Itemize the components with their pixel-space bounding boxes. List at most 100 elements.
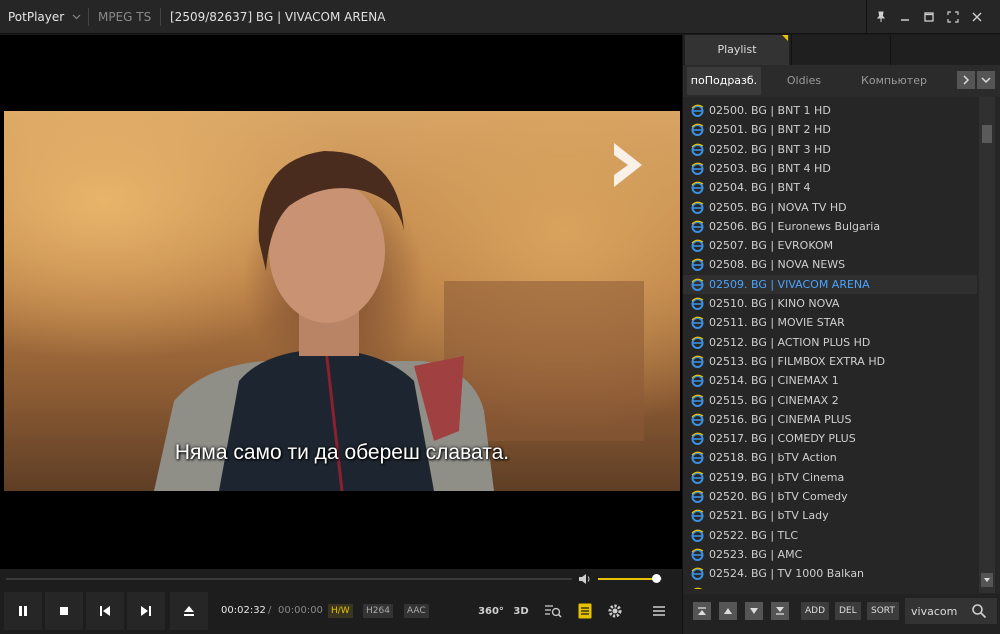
maximize-icon[interactable]	[920, 8, 938, 26]
fullscreen-icon[interactable]	[944, 8, 962, 26]
title-divider	[160, 8, 161, 26]
seek-bar[interactable]	[6, 578, 572, 580]
active-tab-marker	[782, 35, 788, 41]
playlist-item[interactable]: 02506. BG | Euronews Bulgaria	[683, 217, 977, 236]
category-tab-default[interactable]: поПодразб.	[687, 67, 761, 95]
sort-button[interactable]: SORT	[867, 602, 899, 620]
window-title: [2509/82637] BG | VIVACOM ARENA	[170, 10, 386, 24]
hw-decoder-badge[interactable]: H/W	[328, 604, 353, 618]
volume-knob[interactable]	[651, 574, 661, 583]
playlist-item[interactable]: 02505. BG | NOVA TV HD	[683, 198, 977, 217]
playlist-item-label: 02509. BG | VIVACOM ARENA	[709, 277, 870, 291]
speaker-icon[interactable]	[578, 573, 592, 585]
next-button[interactable]	[127, 592, 165, 630]
move-down-icon[interactable]	[745, 602, 763, 620]
stream-ie-icon	[691, 201, 704, 214]
playlist-item[interactable]: 02508. BG | NOVA NEWS	[683, 255, 977, 274]
delete-button[interactable]: DEL	[835, 602, 861, 620]
playlist-item[interactable]: 02519. BG | bTV Cinema	[683, 468, 977, 487]
playlist-item[interactable]: 02500. BG | BNT 1 HD	[683, 101, 977, 120]
playlist-item-label: 02506. BG | Euronews Bulgaria	[709, 219, 881, 233]
move-bottom-icon[interactable]	[771, 602, 789, 620]
playlist-item[interactable]: 02518. BG | bTV Action	[683, 448, 977, 467]
pause-button[interactable]	[4, 592, 42, 630]
playlist-item[interactable]: 02520. BG | bTV Comedy	[683, 487, 977, 506]
playlist-footer: ADD DEL SORT	[683, 594, 1000, 634]
playlist-item[interactable]: 02507. BG | EVROKOM	[683, 236, 977, 255]
stream-ie-icon	[691, 104, 704, 117]
vr-360-icon[interactable]: 360°	[478, 601, 504, 621]
playlist-item-selected[interactable]: 02509. BG | VIVACOM ARENA	[683, 274, 977, 294]
close-icon[interactable]	[968, 8, 986, 26]
open-file-button[interactable]	[170, 592, 208, 630]
panel-tabs: Playlist	[683, 35, 1000, 65]
playlist-item[interactable]: 02502. BG | BNT 3 HD	[683, 140, 977, 159]
playlist-item[interactable]: 02523. BG | AMC	[683, 545, 977, 564]
playlist-search-icon[interactable]	[542, 601, 564, 621]
move-top-icon[interactable]	[693, 602, 711, 620]
chevron-down-icon[interactable]	[977, 71, 995, 89]
category-tab-computer[interactable]: Компьютер	[847, 67, 941, 95]
playlist-toggle-icon[interactable]	[574, 601, 596, 621]
previous-button[interactable]	[86, 592, 124, 630]
playlist-item[interactable]: 02515. BG | CINEMAX 2	[683, 391, 977, 410]
subtitle-text: Няма само ти да обереш славата.	[174, 441, 510, 464]
title-bar: PotPlayer MPEG TS [2509/82637] BG | VIVA…	[0, 0, 1000, 34]
playlist-list[interactable]: 02500. BG | BNT 1 HD 02501. BG | BNT 2 HD…	[683, 99, 977, 589]
playlist-item-label: 02501. BG | BNT 2 HD	[709, 123, 831, 137]
search-input[interactable]	[911, 602, 965, 620]
playlist-item[interactable]: 02513. BG | FILMBOX EXTRA HD	[683, 352, 977, 371]
audio-codec-badge[interactable]: AAC	[404, 604, 429, 618]
stop-button[interactable]	[45, 592, 83, 630]
volume-slider[interactable]	[598, 574, 662, 583]
tab-playlist[interactable]: Playlist	[685, 35, 789, 65]
playlist-item-label: 02505. BG | NOVA TV HD	[709, 200, 847, 214]
playlist-item[interactable]: 02511. BG | MOVIE STAR	[683, 313, 977, 332]
playlist-item-label: 02525. BG | ...	[709, 584, 788, 590]
playlist-item[interactable]: 02522. BG | TLC	[683, 526, 977, 545]
title-divider	[866, 0, 867, 34]
format-label: MPEG TS	[98, 10, 152, 24]
search-icon[interactable]	[971, 603, 987, 619]
playlist-item[interactable]: 02501. BG | BNT 2 HD	[683, 120, 977, 139]
video-codec-badge[interactable]: H264	[363, 604, 393, 618]
playlist-item[interactable]: 02517. BG | COMEDY PLUS	[683, 429, 977, 448]
playlist-item[interactable]: 02510. BG | KINO NOVA	[683, 294, 977, 313]
stream-ie-icon	[691, 336, 704, 349]
video-area[interactable]: Няма само ти да обереш славата.	[0, 35, 682, 569]
stream-ie-icon	[691, 162, 704, 175]
search-box	[905, 598, 997, 624]
category-tab-oldies[interactable]: Oldies	[763, 67, 845, 95]
playlist-item-label: 02502. BG | BNT 3 HD	[709, 142, 831, 156]
chevron-down-icon[interactable]	[72, 12, 81, 21]
pin-icon[interactable]	[872, 8, 890, 26]
playlist-item-label: 02518. BG | bTV Action	[709, 451, 837, 465]
tab-empty[interactable]	[791, 35, 891, 65]
3d-mode-icon[interactable]: 3D	[510, 601, 532, 621]
app-menu-button[interactable]: PotPlayer	[8, 0, 64, 34]
main-menu-icon[interactable]	[648, 601, 670, 621]
playlist-item[interactable]: 02514. BG | CINEMAX 1	[683, 371, 977, 390]
move-up-icon[interactable]	[719, 602, 737, 620]
playlist-item[interactable]: 02525. BG | ...	[683, 584, 977, 590]
control-bar: 00:02:32 / 00:00:00 H/W H264 AAC 360° 3D	[0, 589, 682, 634]
playlist-item[interactable]: 02512. BG | ACTION PLUS HD	[683, 333, 977, 352]
add-button[interactable]: ADD	[801, 602, 830, 620]
total-time[interactable]: 00:00:00	[278, 605, 323, 616]
playlist-item-label: 02520. BG | bTV Comedy	[709, 490, 848, 503]
video-frame[interactable]: Няма само ти да обереш славата.	[4, 111, 680, 491]
playlist-item[interactable]: 02521. BG | bTV Lady	[683, 506, 977, 525]
minimize-icon[interactable]	[896, 8, 914, 26]
playlist-scrollbar[interactable]	[979, 97, 995, 593]
playlist-item[interactable]: 02516. BG | CINEMA PLUS	[683, 410, 977, 429]
current-time[interactable]: 00:02:32	[221, 605, 266, 616]
scroll-down-icon[interactable]	[981, 573, 993, 587]
scrollbar-thumb[interactable]	[982, 125, 992, 143]
seek-row	[0, 569, 682, 589]
chevron-right-icon[interactable]	[957, 71, 975, 89]
playlist-item[interactable]: 02504. BG | BNT 4	[683, 178, 977, 197]
playlist-item[interactable]: 02524. BG | TV 1000 Balkan	[683, 564, 977, 583]
settings-gear-icon[interactable]	[604, 601, 626, 621]
playlist-item[interactable]: 02503. BG | BNT 4 HD	[683, 159, 977, 178]
playlist-item-label: 02517. BG | COMEDY PLUS	[709, 432, 856, 446]
